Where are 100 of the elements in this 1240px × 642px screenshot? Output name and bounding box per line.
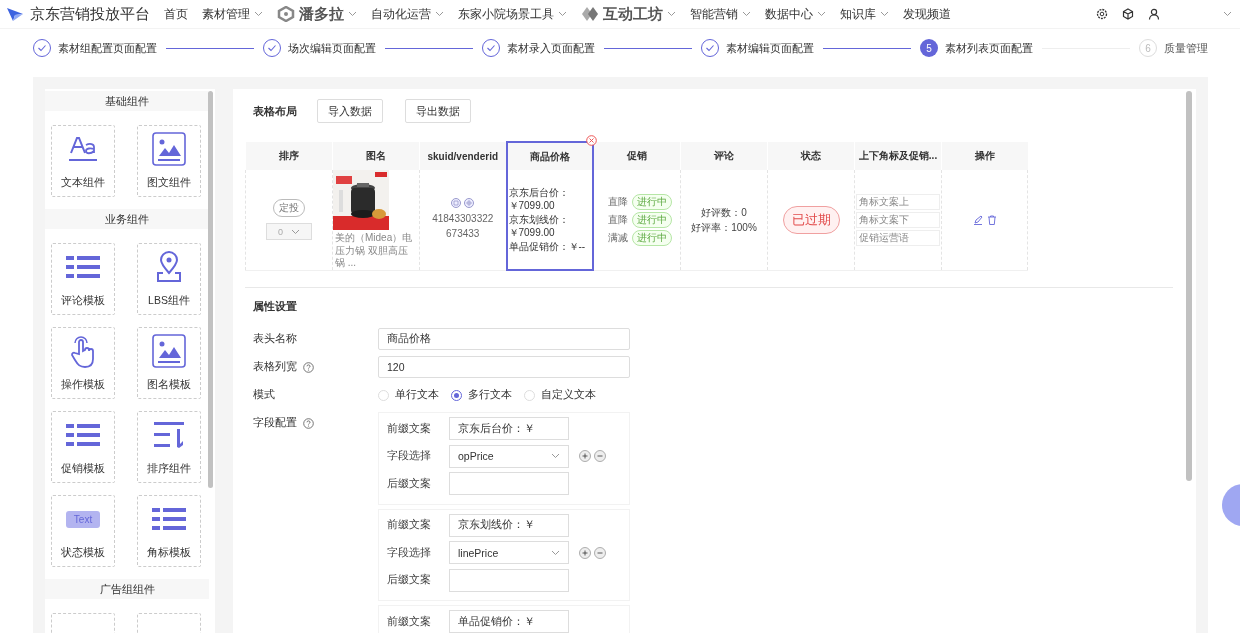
field-label: 后缀文案	[387, 573, 432, 587]
radio-option[interactable]: 多行文本	[451, 388, 512, 402]
component-tile[interactable]: Text 状态模板	[51, 495, 115, 567]
action-button[interactable]: 导入数据	[317, 99, 383, 123]
promotion-type: 直降	[607, 194, 628, 209]
location-pin-icon	[156, 251, 182, 283]
step-label[interactable]: 质量管理	[1164, 40, 1208, 56]
brand-logo-icon	[6, 6, 24, 22]
column-header[interactable]: 商品价格	[506, 142, 593, 170]
component-tile[interactable]: 角标模板	[137, 495, 201, 567]
section-title: 属性设置	[253, 300, 298, 314]
close-icon[interactable]	[586, 135, 597, 146]
prefix-field[interactable]: 京东后台价：￥	[449, 417, 569, 440]
column-header[interactable]: 图名	[332, 142, 420, 170]
nav-logo-link[interactable]: 互动工坊	[581, 4, 676, 24]
component-tile[interactable]: 图名模板	[137, 327, 201, 399]
header-name-field[interactable]: 商品价格	[378, 328, 630, 350]
prefix-field[interactable]: 京东划线价：￥	[449, 513, 569, 537]
step-label[interactable]: 素材组配置页面配置	[58, 40, 157, 56]
column-header[interactable]: 状态	[767, 142, 855, 170]
scrollbar[interactable]	[1186, 91, 1192, 481]
cube-icon[interactable]	[1122, 8, 1134, 20]
price-text: ￥7099.00	[508, 199, 556, 213]
chevron-down-icon	[551, 453, 560, 459]
chevron-down-icon	[551, 549, 560, 556]
price-text: 京东划线价：	[508, 212, 570, 227]
nav-menu-item[interactable]: 首页	[164, 6, 188, 22]
component-tile[interactable]: LBS组件	[137, 243, 201, 315]
column-header[interactable]: skuid/venderid	[419, 142, 507, 170]
settings-icon[interactable]	[1096, 8, 1108, 20]
radio-option[interactable]: 自定义文本	[524, 388, 596, 402]
chevron-down-icon	[291, 228, 300, 235]
nav-menu-item[interactable]: 东家小院场景工具	[458, 6, 567, 22]
field-label: 表格列宽	[253, 360, 297, 374]
nav-menu-item[interactable]: 发现频道	[903, 6, 951, 22]
step-label[interactable]: 场次编辑页面配置	[288, 40, 376, 56]
column-header[interactable]: 操作	[941, 142, 1028, 170]
status-tag: 进行中	[631, 211, 672, 228]
expired-stamp: 已过期	[782, 205, 840, 234]
list-icon	[66, 423, 100, 447]
section-header: 广告组组件	[45, 579, 209, 599]
circle-badge-icon	[451, 198, 462, 209]
edit-icon[interactable]	[972, 214, 983, 225]
hexagon-logo-icon	[277, 6, 295, 22]
price-text: 单品促销价：￥--	[508, 239, 587, 254]
component-tile[interactable]: 图文组件	[137, 125, 201, 197]
promotion-type: 满减	[607, 230, 628, 245]
nav-menu-item[interactable]: 智能营销	[690, 6, 751, 22]
component-tile[interactable]: 操作模板	[51, 327, 115, 399]
nav-menu-item[interactable]: 素材管理	[202, 6, 263, 22]
sku-id: 673433	[445, 227, 481, 242]
field-label: 前缀文案	[387, 421, 432, 436]
nav-menu-item[interactable]: 数据中心	[765, 6, 826, 22]
scrollbar[interactable]	[208, 91, 213, 488]
list-icon	[66, 255, 100, 279]
prefix-field[interactable]: 单品促销价：￥	[449, 610, 569, 633]
chevron-down-icon	[1223, 11, 1232, 17]
component-tile[interactable]: 文本组件	[51, 125, 115, 197]
comment-stat: 好评率：100%	[690, 220, 758, 235]
nav-menu-item[interactable]: 知识库	[840, 6, 889, 22]
component-tile[interactable]: 评论模板	[51, 243, 115, 315]
corner-text-field[interactable]: 角标文案下	[856, 211, 940, 228]
nav-menu-item[interactable]: 自动化运营	[371, 6, 444, 22]
column-header[interactable]: 上下角标及促销...	[854, 142, 942, 170]
step-number: 5	[920, 39, 938, 57]
field-label: 后缀文案	[387, 476, 432, 491]
nav-logo-link[interactable]: 潘多拉	[277, 4, 357, 24]
radio-button[interactable]	[451, 389, 462, 401]
action-button[interactable]: 导出数据	[405, 99, 471, 123]
radio-option[interactable]: 单行文本	[378, 388, 439, 402]
suffix-field[interactable]	[449, 472, 569, 495]
field-select[interactable]: linePrice	[449, 541, 569, 564]
component-tile[interactable]: 排序组件	[137, 411, 201, 483]
step-label[interactable]: 素材编辑页面配置	[726, 40, 814, 56]
column-header[interactable]: 评论	[680, 142, 768, 170]
user-icon[interactable]	[1148, 8, 1160, 20]
field-label: 字段选择	[387, 545, 432, 560]
add-icon[interactable]	[579, 450, 591, 462]
column-header[interactable]: 促销	[592, 142, 681, 170]
remove-icon[interactable]	[594, 546, 606, 559]
diamond-logo-icon	[581, 6, 599, 22]
comment-stat: 好评数：0	[700, 205, 748, 220]
column-width-field[interactable]: 120	[378, 356, 630, 378]
field-label: 字段配置	[253, 416, 297, 430]
step-label[interactable]: 素材列表页面配置	[945, 40, 1033, 56]
field-select[interactable]: opPrice	[449, 444, 569, 468]
circle-badge-icon	[464, 198, 475, 209]
corner-text-field[interactable]: 促销运营语	[856, 229, 940, 246]
list-icon	[152, 507, 186, 531]
step-label[interactable]: 素材录入页面配置	[507, 40, 595, 56]
text-font-icon	[68, 135, 98, 163]
corner-text-field[interactable]: 角标文案上	[856, 193, 940, 210]
remove-icon[interactable]	[594, 450, 606, 462]
add-icon[interactable]	[579, 546, 591, 559]
delete-icon[interactable]	[986, 214, 997, 225]
suffix-field[interactable]	[449, 568, 569, 592]
column-header[interactable]: 排序	[245, 142, 333, 170]
section-header: 业务组件	[45, 209, 209, 229]
image-icon	[152, 132, 186, 166]
component-tile[interactable]: 促销模板	[51, 411, 115, 483]
